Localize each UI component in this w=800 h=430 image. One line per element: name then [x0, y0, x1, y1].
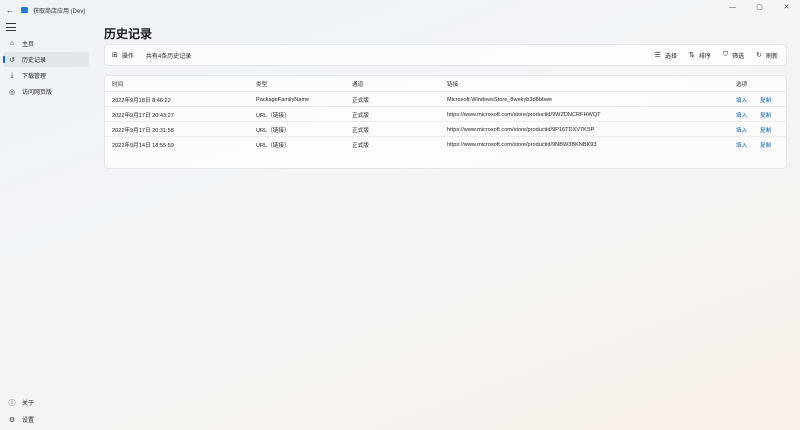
cell-type: URL（链接） — [256, 142, 290, 149]
cell-link: https://www.microsoft.com/store/producti… — [447, 141, 597, 148]
header-option: 选项 — [736, 81, 748, 88]
nav-item-label: 设置 — [22, 418, 35, 424]
operate-button[interactable]: ⊞ 操作 — [112, 51, 134, 60]
nav-item-about[interactable]: ⓘ 关于 — [3, 395, 89, 410]
nav-item-label: 访问网页版 — [22, 90, 53, 96]
download-icon: ⤓ — [10, 71, 14, 79]
table-row[interactable]: 2022年9月18日 8:46:22 PackageFamilyName 正式版… — [105, 91, 786, 106]
filter-label: 筛选 — [732, 53, 745, 60]
maximize-icon[interactable]: ▢ — [746, 0, 773, 14]
navigation-pane: ⌂ 主页 ↺ 历史记录 ⤓ 下载管理 ◎ 访问网页版 ⓘ 关于 ⚙ 设置 — [0, 20, 92, 430]
nav-item-label: 下载管理 — [22, 74, 47, 80]
store-bag-icon — [21, 7, 28, 13]
cell-time: 2022年9月17日 20:43:27 — [112, 112, 174, 119]
operate-label: 操作 — [121, 53, 134, 60]
globe-icon: ◎ — [8, 88, 16, 96]
sort-label: 排序 — [698, 53, 711, 60]
header-type: 类型 — [256, 81, 268, 88]
sort-icon: ⇅ — [688, 52, 695, 59]
window-controls: — ▢ ✕ — [719, 0, 800, 14]
history-count: 共有4条历史记录 — [145, 53, 192, 60]
selection-indicator — [3, 56, 5, 63]
cell-time: 2022年9月17日 20:31:58 — [112, 127, 174, 134]
history-icon: ↺ — [9, 56, 15, 64]
cell-time: 2022年9月18日 8:46:22 — [112, 97, 171, 104]
cell-type: URL（链接） — [256, 112, 290, 119]
table-row[interactable]: 2022年9月17日 20:43:27 URL（链接） 正式版 https://… — [105, 106, 786, 121]
cell-type: URL（链接） — [256, 127, 290, 134]
back-arrow-icon[interactable]: ← — [0, 0, 20, 20]
table-row[interactable]: 2022年9月17日 20:31:58 URL（链接） 正式版 https://… — [105, 121, 786, 136]
copy-button[interactable]: 复制 — [760, 137, 771, 152]
fill-button[interactable]: 填入 — [736, 92, 747, 107]
refresh-button[interactable]: ↻ 刷新 — [756, 51, 778, 60]
toolbar-actions: ☰ 选择 ⇅ 排序 ⛉ 筛选 ↻ 刷新 — [655, 45, 778, 65]
table-header: 时间 类型 通道 链接 选项 — [105, 76, 786, 91]
nav-item-label: 关于 — [22, 401, 35, 407]
copy-button[interactable]: 复制 — [760, 92, 771, 107]
filter-button[interactable]: ⛉ 筛选 — [723, 51, 744, 60]
filter-icon: ⛉ — [722, 51, 729, 58]
cell-link: https://www.microsoft.com/store/producti… — [447, 126, 595, 133]
header-time: 时间 — [112, 81, 124, 88]
nav-item-downloads[interactable]: ⤓ 下载管理 — [3, 68, 89, 83]
select-button[interactable]: ☰ 选择 — [655, 51, 677, 60]
fill-button[interactable]: 填入 — [736, 107, 747, 122]
page-title: 历史记录 — [104, 27, 153, 41]
header-link: 链接 — [447, 81, 459, 88]
cell-type: PackageFamilyName — [256, 96, 310, 103]
command-bar: ⊞ 操作 共有4条历史记录 ☰ 选择 ⇅ 排序 ⛉ 筛选 ↻ 刷新 — [104, 44, 787, 66]
history-table: 时间 类型 通道 链接 选项 2022年9月18日 8:46:22 Packag… — [104, 75, 787, 169]
header-channel: 通道 — [352, 81, 364, 88]
cell-channel: 正式版 — [352, 97, 369, 104]
cell-link: Microsoft.WindowsStore_8wekyb3d8bbwe — [447, 96, 553, 103]
list-select-icon: ☰ — [654, 52, 661, 59]
fill-button[interactable]: 填入 — [736, 137, 747, 152]
menu-icon[interactable] — [4, 22, 18, 32]
fill-button[interactable]: 填入 — [736, 122, 747, 137]
minimize-icon[interactable]: — — [719, 0, 746, 14]
nav-item-label: 历史记录 — [22, 58, 47, 64]
table-row[interactable]: 2022年9月14日 18:55:59 URL（链接） 正式版 https://… — [105, 136, 786, 151]
nav-item-settings[interactable]: ⚙ 设置 — [3, 412, 89, 427]
close-icon[interactable]: ✕ — [773, 0, 800, 14]
copy-button[interactable]: 复制 — [760, 122, 771, 137]
nav-item-web[interactable]: ◎ 访问网页版 — [3, 84, 89, 99]
select-label: 选择 — [664, 53, 677, 60]
refresh-icon: ↻ — [756, 52, 762, 59]
window-title: 获取商店应用 (Dev) — [33, 8, 86, 15]
cell-channel: 正式版 — [352, 142, 369, 149]
nav-item-history[interactable]: ↺ 历史记录 — [3, 52, 89, 67]
sort-button[interactable]: ⇅ 排序 — [689, 51, 711, 60]
settings-icon: ⚙ — [8, 416, 16, 424]
nav-item-home[interactable]: ⌂ 主页 — [3, 36, 89, 51]
cell-channel: 正式版 — [352, 127, 369, 134]
grid-icon: ⊞ — [112, 52, 118, 59]
main-content: 历史记录 ⊞ 操作 共有4条历史记录 ☰ 选择 ⇅ 排序 ⛉ 筛选 ↻ 刷新 时… — [92, 20, 800, 430]
title-bar: ← 获取商店应用 (Dev) — ▢ ✕ — [0, 0, 800, 20]
cell-link: https://www.microsoft.com/store/producti… — [447, 111, 601, 118]
home-icon: ⌂ — [9, 40, 15, 47]
refresh-label: 刷新 — [765, 53, 778, 60]
nav-item-label: 主页 — [22, 42, 35, 48]
copy-button[interactable]: 复制 — [760, 107, 771, 122]
info-icon: ⓘ — [8, 399, 16, 407]
cell-time: 2022年9月14日 18:55:59 — [112, 142, 174, 149]
cell-channel: 正式版 — [352, 112, 369, 119]
